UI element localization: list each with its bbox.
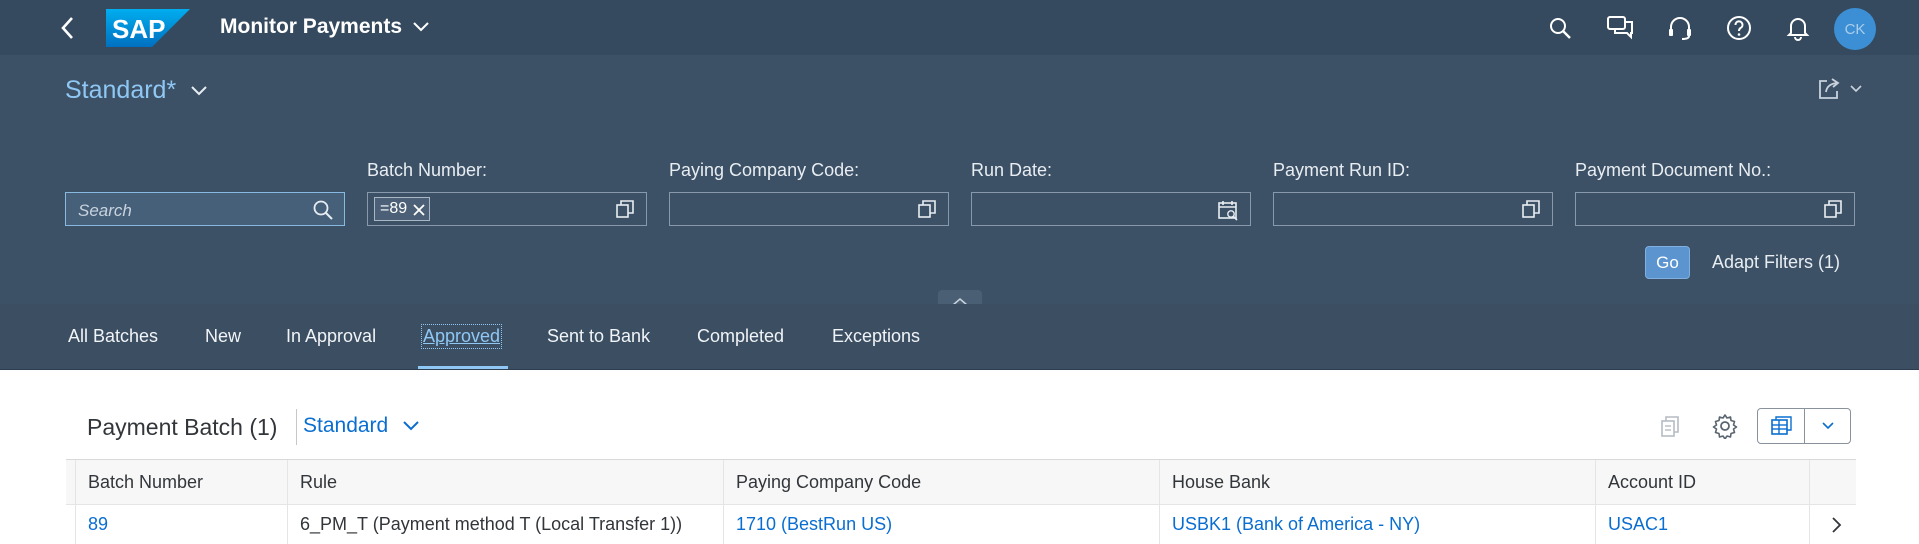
- search-placeholder: Search: [78, 201, 132, 220]
- copy-button[interactable]: [1656, 409, 1686, 443]
- chevron-down-icon: [1850, 85, 1862, 93]
- share-icon: [1819, 78, 1840, 99]
- share-menu-button[interactable]: [1817, 77, 1863, 101]
- app-title-menu[interactable]: Monitor Payments: [220, 15, 430, 39]
- export-dropdown-button[interactable]: [1804, 409, 1850, 443]
- filter-label-run-date: Run Date:: [971, 160, 1053, 180]
- export-menu-button: [1757, 408, 1851, 444]
- account-id-link[interactable]: USAC1: [1596, 505, 1810, 544]
- filter-token[interactable]: =89: [374, 197, 431, 221]
- paying-company-code-field[interactable]: [669, 192, 949, 226]
- active-tab-indicator: [418, 366, 508, 369]
- headset-icon[interactable]: [1665, 13, 1695, 43]
- table-variant-name: Standard: [303, 414, 389, 437]
- payment-run-id-field[interactable]: [1273, 192, 1553, 226]
- calendar-icon[interactable]: [1217, 199, 1239, 221]
- variant-modified-marker: *: [166, 76, 177, 104]
- variant-management[interactable]: Standard*: [65, 76, 208, 105]
- value-help-icon[interactable]: [615, 199, 635, 219]
- tab-new[interactable]: New: [205, 326, 241, 347]
- filter-label-payment-run-id: Payment Run ID:: [1273, 160, 1411, 180]
- column-header-paying-company-code[interactable]: Paying Company Code: [724, 460, 1160, 504]
- shell-bar: SAP Monitor Payments CK: [0, 0, 1919, 55]
- run-date-field[interactable]: [971, 192, 1251, 226]
- tab-sent-to-bank[interactable]: Sent to Bank: [547, 326, 650, 347]
- token-text: =89: [380, 200, 408, 217]
- search-icon[interactable]: [1545, 13, 1575, 43]
- chevron-down-icon: [403, 421, 419, 431]
- table-variant-management[interactable]: Standard: [303, 414, 420, 438]
- search-icon[interactable]: [312, 199, 334, 221]
- tab-exceptions[interactable]: Exceptions: [832, 326, 920, 347]
- payment-document-no-field[interactable]: [1575, 192, 1855, 226]
- close-icon[interactable]: [413, 204, 425, 216]
- selection-column: [66, 505, 76, 544]
- chevron-down-icon: [413, 22, 429, 32]
- export-icon: [1771, 416, 1792, 435]
- chat-icon[interactable]: [1605, 13, 1635, 43]
- adapt-filters-button[interactable]: Adapt Filters (1): [1712, 252, 1840, 273]
- tab-completed[interactable]: Completed: [697, 326, 784, 347]
- table-title: Payment Batch (1): [87, 414, 278, 440]
- house-bank-link[interactable]: USBK1 (Bank of America - NY): [1160, 505, 1596, 544]
- paying-company-code-link[interactable]: 1710 (BestRun US): [724, 505, 1160, 544]
- app-title: Monitor Payments: [220, 15, 403, 38]
- toolbar-separator: [296, 409, 297, 445]
- column-header-rule[interactable]: Rule: [288, 460, 724, 504]
- dynamic-page-header: Standard* Search Batch Number: =89 Payin…: [0, 55, 1919, 314]
- chevron-down-icon: [191, 85, 207, 95]
- variant-name: Standard: [65, 76, 167, 104]
- batch-number-field[interactable]: =89: [367, 192, 647, 226]
- rule-cell: 6_PM_T (Payment method T (Local Transfer…: [288, 505, 724, 544]
- copy-icon: [1661, 416, 1679, 437]
- settings-button[interactable]: [1708, 409, 1742, 443]
- tab-all-batches[interactable]: All Batches: [68, 326, 158, 347]
- value-help-icon[interactable]: [917, 199, 937, 219]
- export-button[interactable]: [1758, 409, 1804, 443]
- bell-icon[interactable]: [1783, 13, 1813, 43]
- icon-tab-bar: All Batches New In Approval Approved Sen…: [0, 304, 1919, 370]
- back-icon[interactable]: [56, 14, 80, 42]
- value-help-icon[interactable]: [1823, 199, 1843, 219]
- sap-logo[interactable]: SAP: [106, 9, 190, 47]
- batch-number-link[interactable]: 89: [76, 505, 288, 544]
- chevron-right-icon[interactable]: [1830, 515, 1842, 535]
- filter-label-paying-company-code: Paying Company Code:: [669, 160, 860, 180]
- column-header-house-bank[interactable]: House Bank: [1160, 460, 1596, 504]
- help-icon[interactable]: [1724, 13, 1754, 43]
- svg-text:SAP: SAP: [112, 14, 165, 44]
- gear-icon: [1712, 414, 1738, 439]
- value-help-icon[interactable]: [1521, 199, 1541, 219]
- table-row[interactable]: 89 6_PM_T (Payment method T (Local Trans…: [66, 505, 1856, 544]
- table-header: Batch Number Rule Paying Company Code Ho…: [66, 459, 1856, 505]
- column-header-account-id[interactable]: Account ID: [1596, 460, 1810, 504]
- column-header-batch-number[interactable]: Batch Number: [76, 460, 288, 504]
- search-input[interactable]: Search: [65, 192, 345, 226]
- filter-label-batch-number: Batch Number:: [367, 160, 488, 180]
- tab-in-approval[interactable]: In Approval: [286, 326, 376, 347]
- chevron-down-icon: [1821, 422, 1834, 430]
- tab-approved[interactable]: Approved: [420, 324, 503, 349]
- filter-label-payment-document-no: Payment Document No.:: [1575, 160, 1772, 180]
- go-button[interactable]: Go: [1645, 246, 1690, 279]
- selection-column: [66, 460, 76, 504]
- user-avatar[interactable]: CK: [1834, 8, 1876, 50]
